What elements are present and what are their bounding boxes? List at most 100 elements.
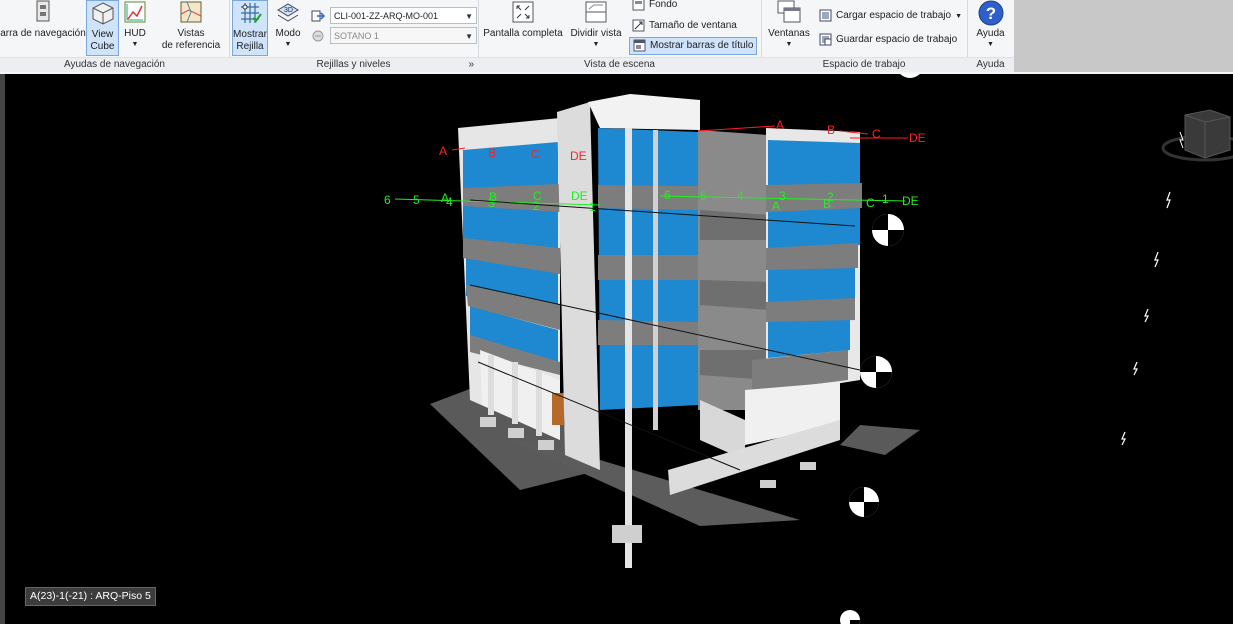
building-model-render: A B C DE A B C DE 6 5 A 4 B 3 C 2 DE 1 6… (0, 74, 1233, 624)
grid-label: DE (571, 189, 588, 203)
grid-label: 4 (446, 195, 453, 209)
grid-label: 6 (384, 193, 391, 207)
roof-slab (588, 94, 700, 130)
show-titlebars-label: Mostrar barras de título (650, 40, 754, 51)
footing (760, 480, 776, 488)
status-label: A(23)-1(-21) : ARQ-Piso 5 (25, 587, 156, 606)
grid-label: A (776, 118, 784, 132)
windows-button[interactable]: Ventanas ▼ (764, 0, 814, 56)
model-combo-value: CLI-001-ZZ-ARQ-MO-001 (334, 11, 439, 21)
chevron-down-icon: ▼ (465, 12, 473, 21)
viewcube-button[interactable]: View Cube (86, 0, 119, 56)
glass-band (768, 140, 860, 188)
viewcube-label-2: Cube (90, 41, 115, 52)
footing (538, 440, 554, 450)
background-label: Fondo (649, 0, 678, 10)
split-view-dropdown-arrow: ▼ (592, 41, 600, 48)
grid-label: B (827, 123, 835, 137)
load-workspace-label: Cargar espacio de trabajo (836, 10, 952, 21)
grid-label: B (823, 197, 831, 211)
hud-button[interactable]: HUD ▼ (120, 0, 150, 56)
grid-label: A (439, 144, 447, 158)
svg-text:3D: 3D (284, 7, 293, 14)
glass-band (463, 142, 558, 190)
panel-workspace: Ventanas ▼ Cargar espacio de trabajo ▼ Gu… (761, 0, 968, 72)
svg-text:?: ? (985, 4, 995, 23)
viewcube-widget[interactable] (1161, 109, 1233, 162)
fullscreen-button[interactable]: Pantalla completa (481, 0, 565, 56)
front-footing (612, 525, 642, 543)
grid-label: C (866, 196, 875, 210)
save-workspace-label: Guardar espacio de trabajo (836, 34, 958, 45)
background-button[interactable]: Fondo (632, 0, 677, 14)
level-icon (312, 30, 324, 42)
panel-help: ? Ayuda ▼ Ayuda (967, 0, 1015, 72)
grid-label: 3 (779, 189, 786, 203)
stair-landing (700, 210, 770, 240)
chevron-down-icon: ▼ (465, 32, 473, 41)
background-icon (632, 0, 645, 11)
column (488, 355, 494, 415)
show-grid-label-2: Rejilla (236, 41, 264, 52)
panel-title-grids-levels: Rejillas y niveles » (229, 57, 478, 72)
grid-label: 4 (737, 189, 744, 203)
help-dropdown-arrow: ▼ (987, 41, 994, 48)
model-icon (311, 10, 325, 22)
help-button[interactable]: ? Ayuda ▼ (969, 0, 1012, 56)
model-combo[interactable]: CLI-001-ZZ-ARQ-MO-001 ▼ (330, 7, 477, 24)
panel-launcher-icon[interactable]: » (468, 58, 474, 72)
panel-title-scene-view: Vista de escena (478, 57, 761, 72)
reference-views-label-1: Vistas (177, 28, 205, 39)
fullscreen-label: Pantalla completa (483, 28, 563, 39)
windows-dropdown-arrow: ▼ (785, 41, 793, 48)
panel-title-text: Rejillas y niveles (316, 59, 391, 70)
level-combo-value: SOTANO 1 (334, 31, 379, 41)
load-workspace-button[interactable]: Cargar espacio de trabajo ▼ (819, 7, 962, 25)
grid-label: 5 (700, 189, 707, 203)
panel-title-workspace: Espacio de trabajo (761, 57, 967, 72)
ribbon: arra de navegación View Cube HUD ▼ Vista… (0, 0, 1233, 76)
reference-views-button[interactable]: Vistas de referencia (156, 0, 226, 56)
save-workspace-button[interactable]: Guardar espacio de trabajo (819, 31, 957, 49)
footing (800, 462, 816, 470)
mode-button[interactable]: 3D Modo ▼ (272, 0, 304, 56)
split-view-button[interactable]: Dividir vista ▼ (568, 0, 624, 56)
viewport-left-edge (0, 74, 5, 624)
entrance-door (552, 393, 564, 425)
grid-label: 3 (488, 196, 495, 210)
grid-label: DE (909, 131, 926, 145)
floor-slab-band (598, 185, 698, 210)
split-view-icon (585, 1, 607, 23)
navigation-bar-button[interactable]: arra de navegación (0, 0, 86, 56)
floor-slab-band (766, 298, 855, 322)
grid-label: A (772, 199, 780, 213)
grid-label: C (872, 127, 881, 141)
show-titlebars-toggle[interactable]: Mostrar barras de título (629, 37, 758, 55)
mode-icon: 3D (277, 3, 299, 22)
hud-icon (124, 1, 146, 23)
panel-title-navigation-aids: Ayudas de navegación (0, 57, 229, 72)
vertical-fin (625, 128, 632, 568)
viewcube-label-1: View (91, 29, 114, 40)
hud-dropdown-arrow: ▼ (131, 41, 139, 48)
level-combo[interactable]: SOTANO 1 ▼ (330, 27, 477, 44)
panel-navigation-aids: arra de navegación View Cube HUD ▼ Vista… (0, 0, 230, 72)
reference-views-label-2: de referencia (161, 40, 221, 51)
mode-dropdown-arrow: ▼ (284, 41, 292, 48)
grid-label: DE (570, 149, 587, 163)
grid-label: 5 (413, 193, 420, 207)
panel-grids-levels: Mostrar Rejilla 3D Modo ▼ CLI-001-ZZ-ARQ… (229, 0, 479, 72)
scene-viewport[interactable]: A B C DE A B C DE 6 5 A 4 B 3 C 2 DE 1 6… (0, 74, 1233, 624)
window-size-button[interactable]: Tamaño de ventana (632, 17, 737, 35)
stair-landing (700, 280, 770, 310)
window-size-icon (632, 19, 645, 32)
chevron-down-icon: ▼ (955, 13, 963, 20)
viewcube-icon (92, 2, 113, 25)
windows-icon (777, 0, 801, 23)
panel-title-help: Ayuda (967, 57, 1014, 72)
show-grid-button[interactable]: Mostrar Rejilla (232, 0, 268, 56)
grid-label: DE (902, 194, 919, 208)
grid-label: B (488, 146, 496, 160)
column (536, 370, 542, 436)
grid-label: 2 (533, 199, 540, 213)
